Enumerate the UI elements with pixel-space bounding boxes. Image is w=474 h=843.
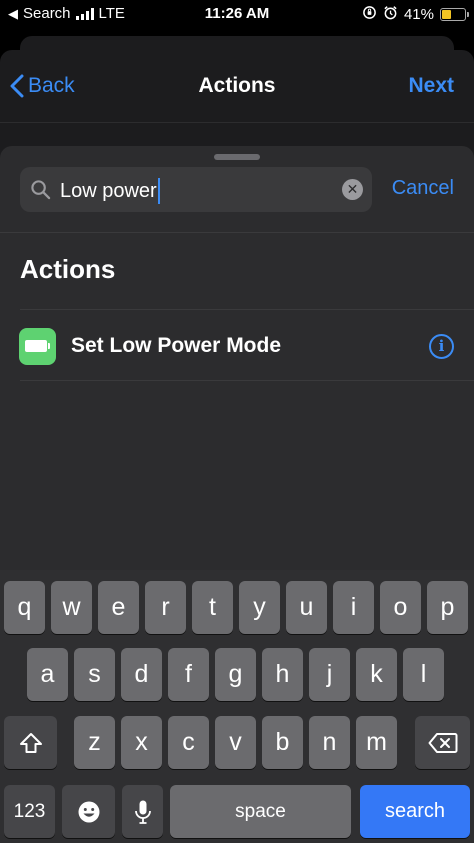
key-h[interactable]: h (262, 648, 303, 701)
navigation-sheet: Back Actions Next (0, 50, 474, 160)
battery-icon (440, 8, 469, 21)
key-b[interactable]: b (262, 716, 303, 769)
search-sheet: Low power ✕ Cancel Actions Set Low Power… (0, 146, 474, 570)
emoji-icon (78, 801, 99, 822)
key-t[interactable]: t (192, 581, 233, 634)
key-q[interactable]: q (4, 581, 45, 634)
key-a[interactable]: a (27, 648, 68, 701)
shift-key[interactable] (4, 716, 57, 769)
text-caret (157, 178, 160, 204)
dictation-key[interactable] (122, 785, 163, 838)
search-icon (31, 180, 51, 200)
battery-percent: 41% (403, 6, 434, 23)
orientation-lock-icon (362, 5, 377, 24)
nav-title: Actions (198, 74, 276, 97)
key-i[interactable]: i (333, 581, 374, 634)
search-text: Low power (60, 178, 160, 204)
key-r[interactable]: r (145, 581, 186, 634)
key-u[interactable]: u (286, 581, 327, 634)
key-e[interactable]: e (98, 581, 139, 634)
alarm-icon (383, 5, 398, 24)
status-bar: ◀ Search LTE 11:26 AM 41% (0, 0, 474, 28)
key-g[interactable]: g (215, 648, 256, 701)
cancel-button[interactable]: Cancel (392, 177, 454, 200)
delete-key[interactable] (415, 716, 470, 769)
key-x[interactable]: x (121, 716, 162, 769)
key-j[interactable]: j (309, 648, 350, 701)
keyboard: q w e r t y u i o p a s d f g h j k l z … (0, 570, 474, 843)
key-v[interactable]: v (215, 716, 256, 769)
search-key[interactable]: search (360, 785, 470, 838)
key-f[interactable]: f (168, 648, 209, 701)
info-icon[interactable]: i (429, 334, 454, 359)
section-title: Actions (20, 254, 116, 284)
nav-divider (0, 122, 474, 123)
key-k[interactable]: k (356, 648, 397, 701)
numbers-key[interactable]: 123 (4, 785, 55, 838)
key-p[interactable]: p (427, 581, 468, 634)
key-l[interactable]: l (403, 648, 444, 701)
backspace-icon (428, 732, 457, 753)
key-n[interactable]: n (309, 716, 350, 769)
next-button[interactable]: Next (408, 74, 454, 98)
emoji-key[interactable] (62, 785, 115, 838)
shift-icon (19, 732, 42, 753)
search-value: Low power (60, 179, 157, 202)
key-m[interactable]: m (356, 716, 397, 769)
key-y[interactable]: y (239, 581, 280, 634)
key-c[interactable]: c (168, 716, 209, 769)
sheet-grabber[interactable] (214, 154, 260, 160)
list-item-set-low-power-mode[interactable]: Set Low Power Mode i (0, 310, 474, 380)
search-input[interactable]: Low power ✕ (20, 167, 372, 212)
row-divider (20, 380, 474, 381)
key-d[interactable]: d (121, 648, 162, 701)
key-s[interactable]: s (74, 648, 115, 701)
key-w[interactable]: w (51, 581, 92, 634)
action-label: Set Low Power Mode (71, 334, 282, 357)
battery-icon (19, 328, 56, 365)
key-o[interactable]: o (380, 581, 421, 634)
status-right: 41% (362, 5, 469, 24)
space-key[interactable]: space (170, 785, 351, 838)
search-divider (0, 232, 474, 233)
clear-search-icon[interactable]: ✕ (342, 179, 363, 200)
microphone-icon (134, 800, 151, 824)
key-z[interactable]: z (74, 716, 115, 769)
